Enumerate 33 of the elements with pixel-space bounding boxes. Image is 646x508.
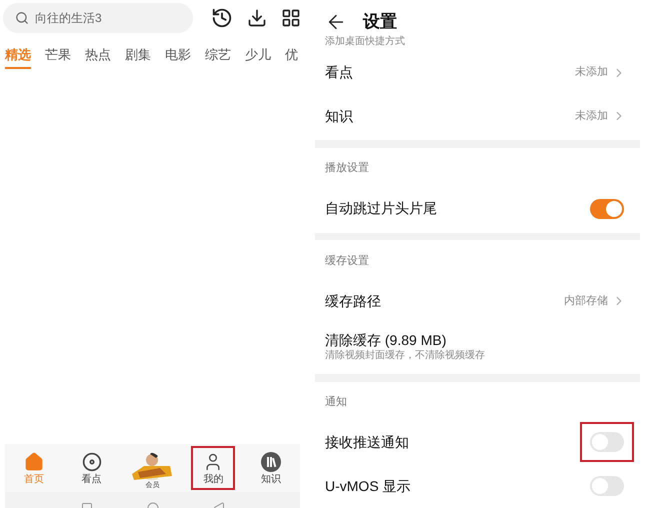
target-icon xyxy=(82,452,102,472)
category-tab[interactable]: 剧集 xyxy=(125,45,151,69)
toggle-switch[interactable] xyxy=(590,198,624,219)
category-tab[interactable]: 综艺 xyxy=(205,45,231,69)
download-icon[interactable] xyxy=(247,8,267,28)
page-title: 设置 xyxy=(363,10,397,33)
category-tab[interactable]: 电影 xyxy=(165,45,191,69)
settings-row[interactable]: 缓存路径 内部存储 xyxy=(315,279,640,324)
toggle-switch[interactable] xyxy=(590,476,624,496)
home-icon xyxy=(24,452,44,472)
settings-row[interactable]: 清除缓存 (9.89 MB) 清除视频封面缓存，不清除视频缓存 xyxy=(315,323,640,372)
search-icon xyxy=(15,11,29,25)
section-header: 播放设置 xyxy=(325,161,369,176)
settings-row[interactable]: 看点 未添加 xyxy=(315,50,640,94)
setting-label: U-vMOS 显示 xyxy=(325,476,411,496)
nav-tab[interactable]: 知识 xyxy=(249,446,294,490)
grid-icon[interactable] xyxy=(281,8,301,28)
category-tab[interactable]: 少儿 xyxy=(245,45,271,69)
toggle-switch[interactable] xyxy=(590,432,624,452)
category-tab[interactable]: 优 xyxy=(285,45,298,69)
category-tab[interactable]: 热点 xyxy=(85,45,111,69)
setting-label: 添加桌面快捷方式 xyxy=(325,37,405,47)
setting-label: 自动跳过片头片尾 xyxy=(325,199,437,218)
history-icon[interactable] xyxy=(211,7,233,29)
section-header: 通知 xyxy=(325,394,347,410)
nav-tab[interactable]: 我的 xyxy=(191,446,236,490)
category-tab[interactable]: 芒果 xyxy=(45,45,71,69)
section-header: 缓存设置 xyxy=(325,254,369,269)
books-icon xyxy=(261,452,282,472)
nav-tab[interactable]: 看点 xyxy=(70,446,114,490)
settings-row[interactable]: 知识 未添加 xyxy=(315,94,640,138)
search-field[interactable]: 向往的生活3 xyxy=(3,3,193,33)
setting-label: 接收推送通知 xyxy=(325,432,409,452)
